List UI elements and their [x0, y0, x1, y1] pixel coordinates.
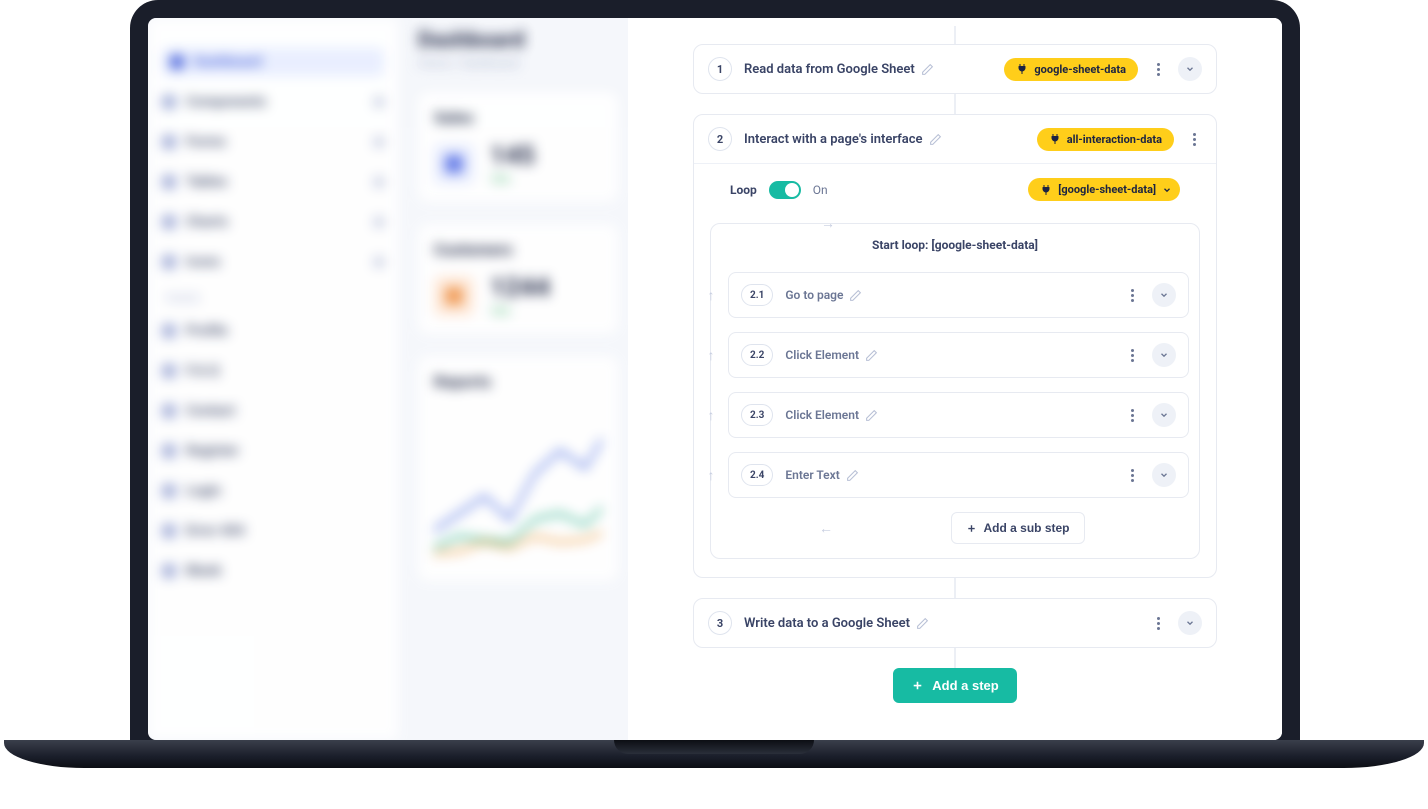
- substep-title: Enter Text: [785, 468, 1112, 482]
- chevron-down-icon: [1159, 470, 1169, 480]
- step-number: 3: [708, 611, 732, 635]
- step-card-3: 3 Write data to a Google Sheet: [693, 598, 1217, 648]
- arrow-up-icon: ↑: [704, 467, 718, 484]
- chevron-down-icon: [1162, 185, 1172, 195]
- expand-button[interactable]: [1152, 463, 1176, 487]
- step-title: Interact with a page's interface: [744, 132, 1025, 147]
- add-step-button[interactable]: Add a step: [893, 668, 1016, 703]
- more-menu[interactable]: [1124, 467, 1140, 483]
- loop-frame-title: Start loop: [google-sheet-data]: [711, 224, 1199, 258]
- loop-arrow-left-icon: ←: [819, 520, 833, 537]
- step-title: Read data from Google Sheet: [744, 62, 992, 77]
- laptop-frame: Dashboard Components Forms Tables Charts…: [130, 0, 1300, 740]
- chevron-down-icon: [1159, 290, 1169, 300]
- more-menu[interactable]: [1150, 61, 1166, 77]
- loop-frame: → Start loop: [google-sheet-data] ↑ 2.1 …: [710, 223, 1200, 559]
- step-card-1: 1 Read data from Google Sheet google-she…: [693, 44, 1217, 94]
- pencil-icon[interactable]: [865, 409, 878, 422]
- chevron-down-icon: [1185, 64, 1195, 74]
- pencil-icon[interactable]: [916, 617, 929, 630]
- workflow-panel: 1 Read data from Google Sheet google-she…: [628, 18, 1282, 740]
- expand-button[interactable]: [1178, 57, 1202, 81]
- plug-icon: [1049, 133, 1061, 145]
- substep-number: 2.1: [741, 284, 773, 306]
- expand-button[interactable]: [1152, 283, 1176, 307]
- pencil-icon[interactable]: [865, 349, 878, 362]
- step-number: 1: [708, 57, 732, 81]
- loop-state: On: [813, 183, 828, 197]
- loop-toggle[interactable]: [769, 181, 801, 199]
- substep-title: Click Element: [785, 408, 1112, 422]
- plug-icon: [1040, 184, 1052, 196]
- substep-card: 2.1 Go to page: [728, 272, 1189, 318]
- more-menu[interactable]: [1124, 347, 1140, 363]
- screen: Dashboard Components Forms Tables Charts…: [148, 18, 1282, 740]
- data-tag: all-interaction-data: [1037, 128, 1174, 151]
- loop-arrow-right-icon: →: [821, 215, 835, 232]
- expand-button[interactable]: [1178, 611, 1202, 635]
- expand-button[interactable]: [1152, 403, 1176, 427]
- arrow-up-icon: ↑: [704, 407, 718, 424]
- substep-card: 2.2 Click Element: [728, 332, 1189, 378]
- substep-title: Click Element: [785, 348, 1112, 362]
- plus-icon: [911, 679, 924, 692]
- plus-icon: [966, 523, 977, 534]
- substep-number: 2.3: [741, 404, 773, 426]
- pencil-icon[interactable]: [849, 289, 862, 302]
- plug-icon: [1016, 63, 1028, 75]
- pencil-icon[interactable]: [846, 469, 859, 482]
- chevron-down-icon: [1185, 618, 1195, 628]
- more-menu[interactable]: [1124, 407, 1140, 423]
- substep-title: Go to page: [785, 288, 1112, 302]
- connector-line: [954, 26, 956, 44]
- loop-label: Loop: [730, 183, 757, 197]
- chevron-down-icon: [1159, 410, 1169, 420]
- connector-line: [954, 578, 956, 598]
- arrow-up-icon: ↑: [704, 287, 718, 304]
- expand-button[interactable]: [1152, 343, 1176, 367]
- substep-number: 2.4: [741, 464, 773, 486]
- pencil-icon[interactable]: [921, 63, 934, 76]
- more-menu[interactable]: [1186, 131, 1202, 147]
- connector-line: [954, 94, 956, 114]
- substep-card: 2.3 Click Element: [728, 392, 1189, 438]
- more-menu[interactable]: [1124, 287, 1140, 303]
- connector-line: [954, 648, 956, 668]
- substep-number: 2.2: [741, 344, 773, 366]
- laptop-notch: [614, 740, 814, 754]
- background-blurred-ui: Dashboard Components Forms Tables Charts…: [148, 18, 628, 740]
- pencil-icon[interactable]: [929, 133, 942, 146]
- more-menu[interactable]: [1150, 615, 1166, 631]
- add-sub-step-button[interactable]: Add a sub step: [951, 512, 1084, 544]
- chevron-down-icon: [1159, 350, 1169, 360]
- step-card-2: 2 Interact with a page's interface all-i…: [693, 114, 1217, 578]
- data-tag: google-sheet-data: [1004, 58, 1138, 81]
- step-title: Write data to a Google Sheet: [744, 616, 1138, 631]
- substep-card: 2.4 Enter Text: [728, 452, 1189, 498]
- step-number: 2: [708, 127, 732, 151]
- loop-source-select[interactable]: [google-sheet-data]: [1028, 178, 1180, 201]
- arrow-up-icon: ↑: [704, 347, 718, 364]
